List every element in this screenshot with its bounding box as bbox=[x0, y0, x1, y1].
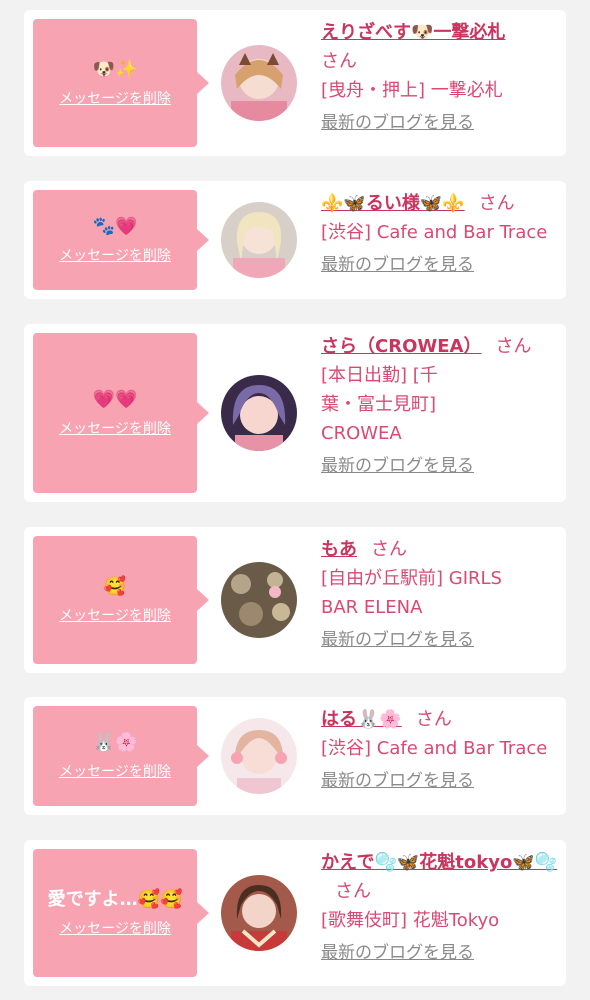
shop-label: [本日出勤] [千葉・富士見町] CROWEA bbox=[321, 365, 438, 444]
delete-message-link[interactable]: メッセージを削除 bbox=[59, 605, 171, 625]
delete-message-link[interactable]: メッセージを削除 bbox=[59, 418, 171, 438]
cast-name-link[interactable]: はる🐰🌸 bbox=[321, 709, 402, 730]
delete-message-link[interactable]: メッセージを削除 bbox=[59, 245, 171, 265]
latest-blog-link[interactable]: 最新のブログを見る bbox=[321, 452, 474, 481]
latest-blog-link[interactable]: 最新のブログを見る bbox=[321, 767, 474, 796]
san-label: さん bbox=[371, 539, 407, 560]
delete-message-link[interactable]: メッセージを削除 bbox=[59, 918, 171, 938]
avatar[interactable] bbox=[221, 562, 297, 638]
message-text: 愛ですよ…🥰🥰 bbox=[47, 889, 183, 910]
avatar[interactable] bbox=[221, 45, 297, 121]
cast-info: えりざべす🐶一撃必札 さん [曳舟・押上] 一撃必札 最新のブログを見る bbox=[321, 18, 559, 138]
list-item: 🐾💗 メッセージを削除 ⚜️🦋るい様🦋⚜️ さん [渋谷] Cafe and Ba… bbox=[24, 181, 566, 299]
message-text: 🐾💗 bbox=[92, 216, 138, 237]
delete-message-link[interactable]: メッセージを削除 bbox=[59, 88, 171, 108]
message-bubble: 愛ですよ…🥰🥰 メッセージを削除 bbox=[33, 849, 209, 977]
cast-info: ⚜️🦋るい様🦋⚜️ さん [渋谷] Cafe and Bar Trace 最新のブ… bbox=[321, 189, 559, 280]
list-item: 💗💗 メッセージを削除 さら（CROWEA） さん [本日出勤] [千葉・富士見町… bbox=[24, 324, 566, 502]
san-label: さん bbox=[335, 881, 371, 902]
list-item: 🐶✨ メッセージを削除 えりざべす🐶一撃必札 さん [曳舟・押上] 一撃必札 最… bbox=[24, 10, 566, 156]
avatar[interactable] bbox=[221, 718, 297, 794]
cast-name-link[interactable]: もあ bbox=[321, 539, 357, 560]
latest-blog-link[interactable]: 最新のブログを見る bbox=[321, 939, 474, 968]
cast-info: もあ さん [自由が丘駅前] GIRLS BAR ELENA 最新のブログを見る bbox=[321, 535, 559, 655]
list-item: 愛ですよ…🥰🥰 メッセージを削除 かえで🫧🦋花魁tokyo🦋🫧 さん [歌舞伎町]… bbox=[24, 840, 566, 986]
cast-info: さら（CROWEA） さん [本日出勤] [千葉・富士見町] CROWEA 最新の… bbox=[321, 332, 559, 481]
message-bubble: 🥰 メッセージを削除 bbox=[33, 536, 209, 664]
message-bubble: 💗💗 メッセージを削除 bbox=[33, 333, 209, 493]
list-item: 🐰🌸 メッセージを削除 はる🐰🌸 さん [渋谷] Cafe and Bar Tra… bbox=[24, 697, 566, 815]
message-text: 💗💗 bbox=[92, 389, 138, 410]
cast-name-link[interactable]: かえで🫧🦋花魁tokyo🦋🫧 bbox=[321, 852, 557, 873]
san-label: さん bbox=[321, 51, 357, 72]
cast-name-link[interactable]: さら（CROWEA） bbox=[321, 336, 481, 357]
avatar[interactable] bbox=[221, 875, 297, 951]
san-label: さん bbox=[415, 709, 452, 730]
cast-info: はる🐰🌸 さん [渋谷] Cafe and Bar Trace 最新のブログを見る bbox=[321, 705, 559, 796]
message-text: 🐰🌸 bbox=[92, 732, 138, 753]
latest-blog-link[interactable]: 最新のブログを見る bbox=[321, 626, 474, 655]
cast-name-link[interactable]: えりざべす🐶一撃必札 bbox=[321, 22, 505, 43]
avatar[interactable] bbox=[221, 375, 297, 451]
latest-blog-link[interactable]: 最新のブログを見る bbox=[321, 251, 474, 280]
shop-label: [渋谷] Cafe and Bar Trace bbox=[321, 738, 548, 759]
shop-label: [歌舞伎町] 花魁Tokyo bbox=[321, 910, 500, 931]
delete-message-link[interactable]: メッセージを削除 bbox=[59, 761, 171, 781]
cast-info: かえで🫧🦋花魁tokyo🦋🫧 さん [歌舞伎町] 花魁Tokyo 最新のブログを見… bbox=[321, 848, 559, 968]
message-bubble: 🐶✨ メッセージを削除 bbox=[33, 19, 209, 147]
message-bubble: 🐰🌸 メッセージを削除 bbox=[33, 706, 209, 806]
latest-blog-link[interactable]: 最新のブログを見る bbox=[321, 109, 474, 138]
message-bubble: 🐾💗 メッセージを削除 bbox=[33, 190, 209, 290]
shop-label: [自由が丘駅前] GIRLS BAR ELENA bbox=[321, 568, 502, 618]
san-label: さん bbox=[495, 336, 532, 357]
shop-label: [渋谷] Cafe and Bar Trace bbox=[321, 222, 548, 243]
message-text: 🥰 bbox=[103, 576, 127, 597]
avatar[interactable] bbox=[221, 202, 297, 278]
list-item: 🥰 メッセージを削除 もあ さん [自由が丘駅前] GIRLS BAR ELENA… bbox=[24, 527, 566, 673]
san-label: さん bbox=[478, 193, 515, 214]
shop-label: [曳舟・押上] 一撃必札 bbox=[321, 80, 503, 101]
cast-name-link[interactable]: ⚜️🦋るい様🦋⚜️ bbox=[321, 193, 465, 214]
message-text: 🐶✨ bbox=[92, 59, 138, 80]
